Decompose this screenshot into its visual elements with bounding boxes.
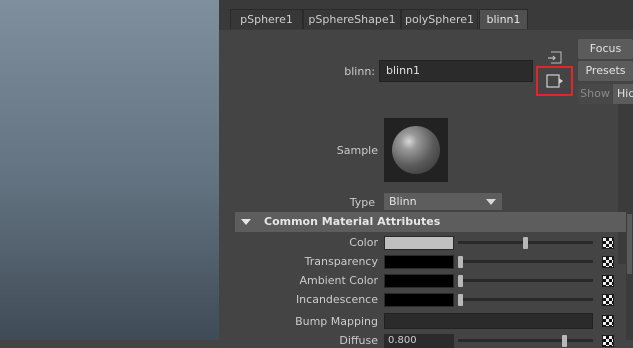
diffuse-slider[interactable] xyxy=(458,339,593,342)
collapse-arrow-icon[interactable] xyxy=(241,219,251,225)
diffuse-map-icon[interactable] xyxy=(602,335,614,347)
diffuse-slider-handle[interactable] xyxy=(562,335,567,347)
section-title: Common Material Attributes xyxy=(264,215,441,228)
ambient-color-slider-handle[interactable] xyxy=(458,275,463,287)
ambient-color-slider[interactable] xyxy=(458,279,593,282)
color-map-icon[interactable] xyxy=(602,237,614,249)
transparency-slider-handle[interactable] xyxy=(458,256,463,268)
common-material-attributes-header[interactable]: Common Material Attributes xyxy=(235,212,626,232)
tab-psphere1[interactable]: pSphere1 xyxy=(230,9,303,29)
chevron-down-icon xyxy=(486,199,496,205)
transparency-label: Transparency xyxy=(304,255,378,268)
viewport-panel[interactable] xyxy=(0,0,219,340)
diffuse-label: Diffuse xyxy=(339,334,378,347)
incandescence-map-icon[interactable] xyxy=(602,294,614,306)
ambient-color-map-icon[interactable] xyxy=(602,275,614,287)
show-button[interactable]: Show xyxy=(578,84,612,104)
tab-psphereshape1[interactable]: pSphereShape1 xyxy=(303,9,401,29)
tab-blinn1[interactable]: blinn1 xyxy=(479,9,528,29)
transparency-swatch[interactable] xyxy=(384,255,454,269)
type-dropdown-value: Blinn xyxy=(389,195,417,208)
material-sphere-preview xyxy=(392,126,440,174)
material-name-field[interactable]: blinn1 xyxy=(379,60,533,82)
output-connection-button[interactable] xyxy=(536,66,573,96)
ambient-color-swatch[interactable] xyxy=(384,274,454,288)
ambient-color-label: Ambient Color xyxy=(299,274,378,287)
copy-tab-icon[interactable] xyxy=(545,50,565,66)
scrollbar-thumb[interactable] xyxy=(627,214,632,274)
diffuse-value-field[interactable]: 0.800 xyxy=(384,334,454,348)
material-sample-swatch xyxy=(384,118,448,182)
tab-polysphere1[interactable]: polySphere1 xyxy=(401,9,478,29)
material-name-label: blinn: xyxy=(344,65,375,78)
transparency-map-icon[interactable] xyxy=(602,256,614,268)
color-slider-handle[interactable] xyxy=(523,237,528,249)
bump-mapping-field[interactable] xyxy=(384,313,593,329)
output-connection-icon xyxy=(545,73,565,92)
incandescence-slider[interactable] xyxy=(458,298,593,301)
bump-mapping-label: Bump Mapping xyxy=(295,315,378,328)
incandescence-swatch[interactable] xyxy=(384,293,454,307)
incandescence-slider-handle[interactable] xyxy=(458,294,463,306)
incandescence-label: Incandescence xyxy=(295,293,378,306)
presets-button[interactable]: Presets xyxy=(578,61,633,81)
bump-mapping-map-icon[interactable] xyxy=(602,315,614,327)
type-dropdown[interactable]: Blinn xyxy=(384,193,502,210)
tab-strip: pSphere1 pSphereShape1 polySphere1 blinn… xyxy=(219,0,633,30)
color-label: Color xyxy=(349,236,378,249)
transparency-slider[interactable] xyxy=(458,260,593,263)
sample-label: Sample xyxy=(336,144,378,157)
focus-button[interactable]: Focus xyxy=(578,39,633,59)
color-swatch[interactable] xyxy=(384,236,454,250)
type-label: Type xyxy=(349,196,375,209)
hide-button[interactable]: Hide xyxy=(613,84,633,104)
